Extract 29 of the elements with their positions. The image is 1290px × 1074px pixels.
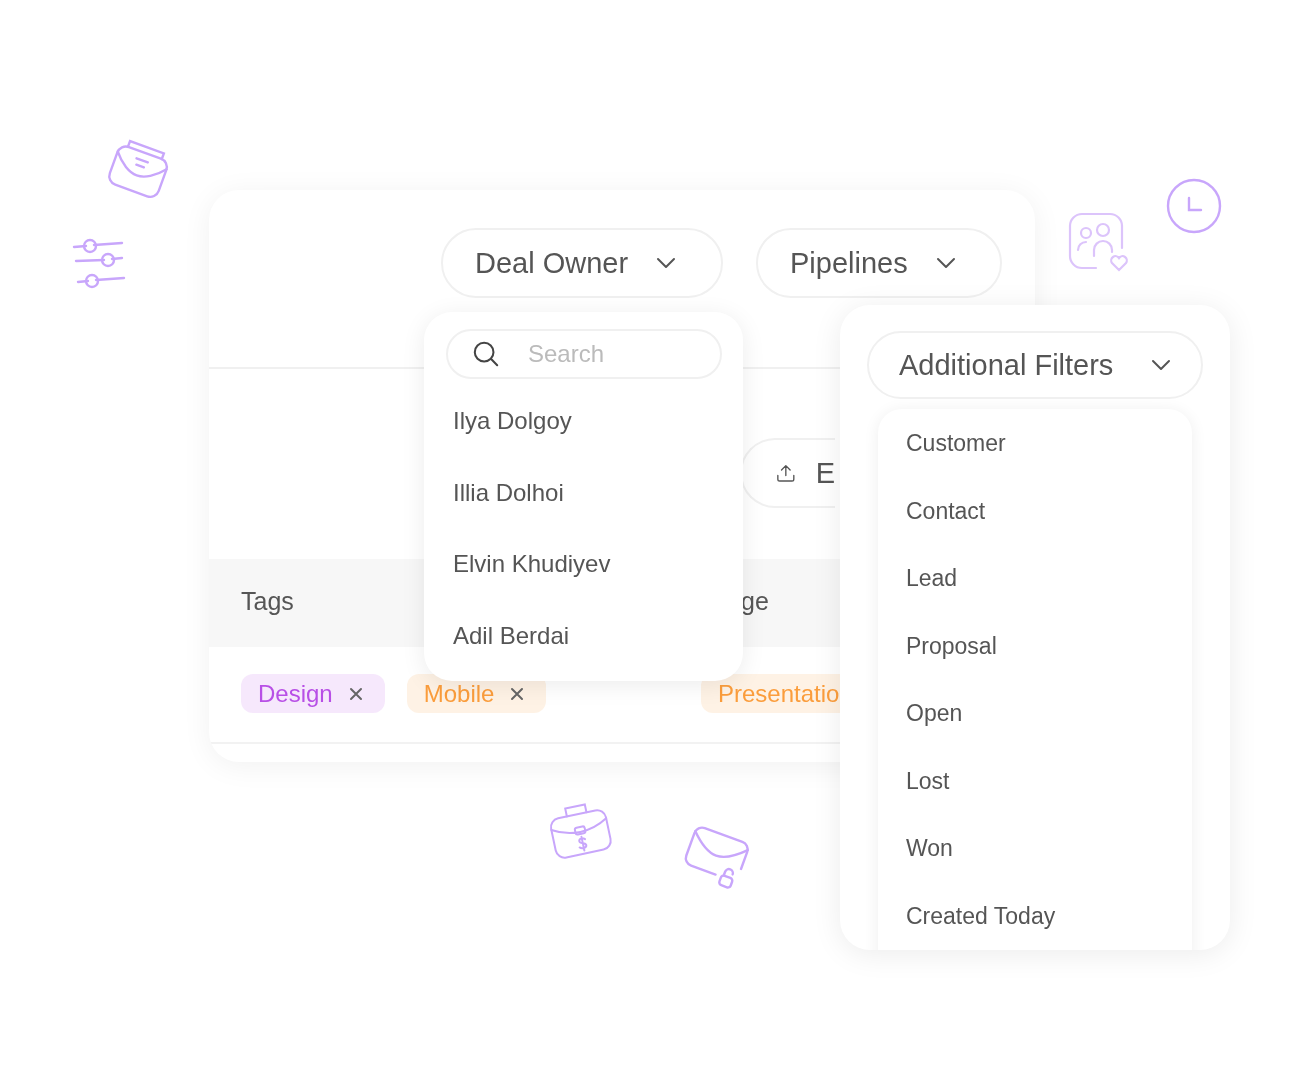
menu-item[interactable]: Proposal [878, 627, 1192, 695]
contacts-heart-icon [1068, 212, 1130, 274]
chevron-down-icon [1151, 359, 1171, 371]
menu-item[interactable]: Ilya Dolgoy [446, 401, 722, 473]
menu-item[interactable]: Contact [878, 492, 1192, 560]
menu-item[interactable]: Open [878, 695, 1192, 763]
menu-item[interactable]: Illia Dolhoi [446, 472, 722, 544]
search-icon [472, 340, 500, 368]
menu-item[interactable]: Lost [878, 762, 1192, 830]
tag-label: Design [258, 679, 333, 708]
export-button[interactable]: E [740, 438, 835, 508]
menu-item[interactable]: Elvin Khudiyev [446, 544, 722, 616]
clock-icon [1166, 178, 1222, 234]
tag-label: Presentatio [718, 679, 840, 708]
tag-label: Mobile [423, 679, 495, 708]
filter-dropdown[interactable]: Pipelines [756, 228, 1002, 298]
menu-item[interactable]: Customer [878, 425, 1192, 493]
filter-dropdown[interactable]: Additional Filters [867, 331, 1203, 399]
menu-item[interactable]: Created Today [878, 897, 1192, 950]
column-header: Tags [241, 587, 294, 616]
column-header: ge [741, 587, 769, 616]
chevron-down-icon [935, 257, 956, 269]
close-icon[interactable] [510, 686, 525, 701]
close-icon[interactable] [348, 686, 363, 701]
search-field[interactable]: Search [446, 329, 722, 379]
chevron-down-icon [656, 257, 677, 269]
menu-item[interactable]: Won [878, 830, 1192, 898]
menu-item[interactable]: Lead [878, 560, 1192, 628]
filter-dropdown[interactable]: Deal Owner [441, 228, 723, 298]
